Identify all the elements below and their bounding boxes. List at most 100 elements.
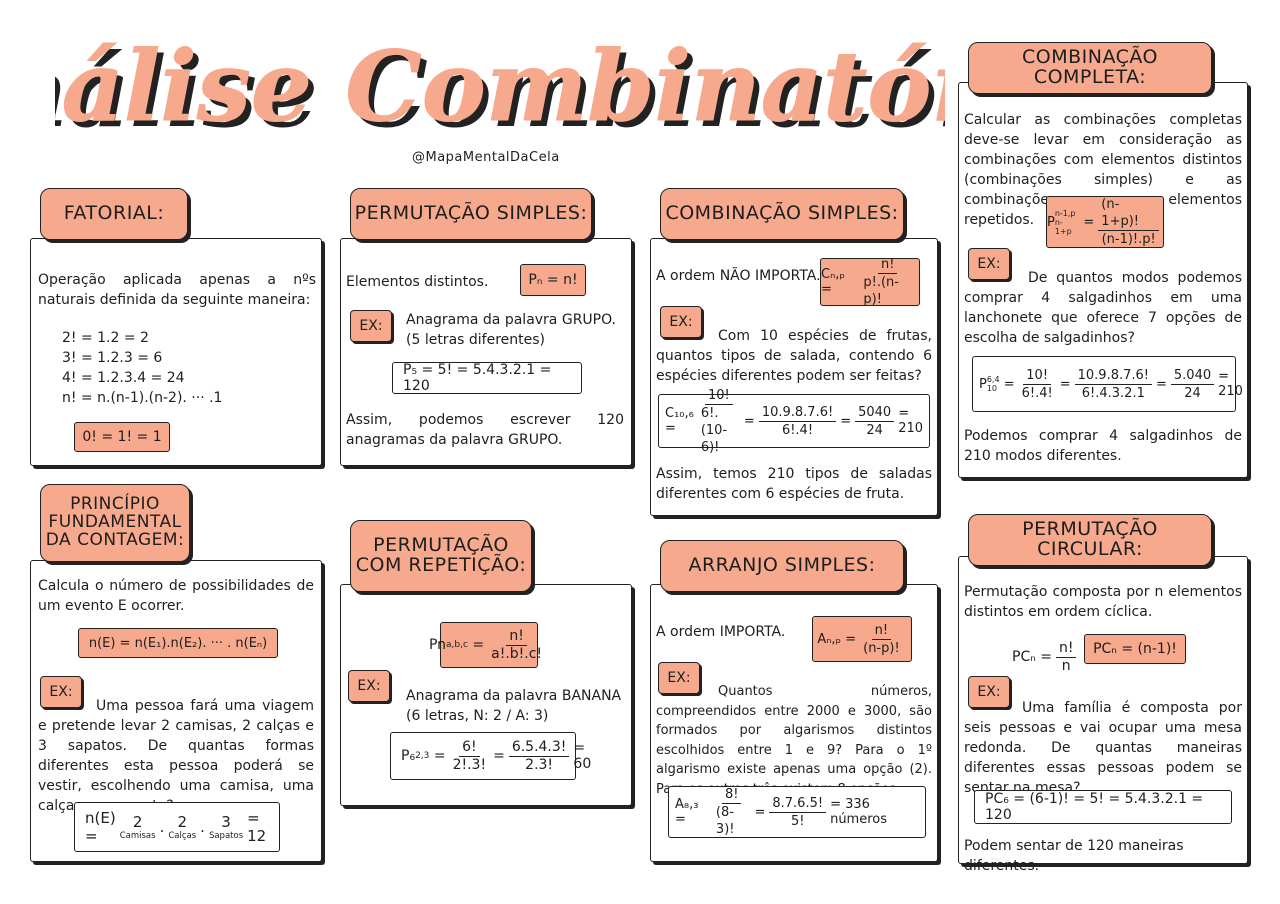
comb-completa-conclusion: Podemos comprar 4 salgadinhos de 210 mod… xyxy=(964,428,1242,464)
comb-simples-formula: Cₙ,ₚ = n! p!.(n-p)! xyxy=(820,256,920,308)
fraction-numerator: n! xyxy=(877,256,898,274)
fraction-numerator: n! xyxy=(506,628,527,646)
fatorial-line: 2! = 1.2 = 2 xyxy=(62,330,149,346)
comb-simples-conclusion: Assim, temos 210 tipos de saladas difere… xyxy=(656,466,932,502)
perm-simples-header-label: PERMUTAÇÃO SIMPLES: xyxy=(354,202,588,225)
perm-rep-calc-box: P₆ 2,3 = 6! 2!.3! = 6.5.4.3! 2.3! = 60 xyxy=(390,732,591,780)
perm-rep-calc-fraction-2: 6.5.4.3! 2.3! xyxy=(508,739,570,774)
fatorial-line: 3! = 1.2.3 = 6 xyxy=(62,350,163,366)
comb-completa-formula-lhs: P xyxy=(1047,214,1055,230)
comb-completa-calc-lhs: P xyxy=(979,376,987,392)
perm-circular-description: Permutação composta por n elementos dist… xyxy=(964,584,1242,620)
fraction-denominator: n xyxy=(1061,657,1071,674)
comb-completa-formula: P n-1,p n-1+p = (n-1+p)! (n-1)!.p! xyxy=(1046,196,1164,248)
arranjo-description: A ordem IMPORTA. xyxy=(656,624,786,640)
arranjo-calc-lhs: A₈,₃ = xyxy=(675,797,699,827)
fraction-denominator: 5! xyxy=(790,813,805,829)
fraction-denominator: 24 xyxy=(866,422,883,438)
arranjo-header-label: ARRANJO SIMPLES: xyxy=(688,554,876,577)
perm-rep-formula-fraction: n! a!.b!.c! xyxy=(488,628,545,663)
perm-rep-header-label: PERMUTAÇÃO COM REPETIÇÃO: xyxy=(355,534,527,576)
pfc-description: Calcula o número de possibilidades de um… xyxy=(38,578,314,614)
perm-circular-formula-2: PCₙ = (n-1)! xyxy=(1084,634,1186,664)
comb-simples-calc-fraction-3: 5040 24 xyxy=(855,404,895,439)
comb-completa-header-label: COMBINAÇÃO COMPLETA: xyxy=(1021,46,1158,88)
pfc-formula: n(E) = n(E₁).n(E₂). ··· . n(Eₙ) xyxy=(78,628,278,658)
pfc-answer-value: 2 xyxy=(132,813,143,831)
fraction-denominator: (n-1)!.p! xyxy=(1101,232,1156,247)
fraction-numerator: 10.9.8.7.6! xyxy=(1074,367,1152,385)
perm-simples-header: PERMUTAÇÃO SIMPLES: xyxy=(350,188,592,240)
fraction-numerator: n! xyxy=(871,622,892,640)
perm-circular-header-label: PERMUTAÇÃO CIRCULAR: xyxy=(1022,518,1158,560)
comb-simples-header: COMBINAÇÃO SIMPLES: xyxy=(660,188,904,240)
pfc-header: PRINCÍPIO FUNDAMENTAL DA CONTAGEM: xyxy=(40,484,190,562)
perm-rep-calc-lhs: P₆ xyxy=(401,748,416,764)
fraction-numerator: 8! xyxy=(721,786,742,804)
pfc-answer-camisas: 2 Camisas xyxy=(120,813,156,841)
formula-subscript: 10 xyxy=(986,384,998,393)
pfc-answer-label: Calças xyxy=(168,831,197,841)
comb-completa-calc-fraction-1: 10! 6!.4! xyxy=(1019,367,1056,402)
perm-simples-calc-box: P₅ = 5! = 5.4.3.2.1 = 120 xyxy=(392,362,582,394)
pfc-answer-result: = 12 xyxy=(247,809,267,845)
fraction-numerator: 5.040 xyxy=(1170,367,1215,385)
perm-rep-calc-fraction-1: 6! 2!.3! xyxy=(450,739,490,774)
comb-simples-calc-box: C₁₀,₆ = 10! 6!.(10-6)! = 10.9.8.7.6! 6!.… xyxy=(658,388,930,455)
comb-completa-formula-indices: n-1,p n-1+p xyxy=(1055,209,1079,236)
comb-completa-calc-box: P 6,4 10 = 10! 6!.4! = 10.9.8.7.6! 6!.4.… xyxy=(972,356,1243,412)
arranjo-calc-result: = 336 números xyxy=(830,797,888,827)
perm-circular-formula-1-fraction: n! n xyxy=(1055,640,1077,675)
fatorial-header: FATORIAL: xyxy=(40,188,188,240)
fraction-numerator: 10! xyxy=(1023,367,1052,385)
comb-simples-calc-result: = 210 xyxy=(898,406,924,436)
fraction-numerator: 8.7.6.5! xyxy=(769,795,827,813)
perm-rep-example-text: Anagrama da palavra BANANA (6 letras, N:… xyxy=(406,688,622,724)
fatorial-highlight: 0! = 1! = 1 xyxy=(74,422,170,452)
perm-circular-formula-1-lhs: PCₙ = xyxy=(1012,649,1052,665)
comb-simples-example-text: Com 10 espécies de frutas, quantos tipos… xyxy=(656,328,932,384)
comb-simples-header-label: COMBINAÇÃO SIMPLES: xyxy=(665,202,899,225)
perm-rep-formula-sup: a,b,c xyxy=(446,640,468,650)
perm-circular-header: PERMUTAÇÃO CIRCULAR: xyxy=(968,514,1212,566)
formula-superscript: 6,4 xyxy=(986,375,1000,384)
fatorial-line: n! = n.(n-1).(n-2). ··· .1 xyxy=(62,390,223,406)
pfc-answer-sapatos: 3 Sapatos xyxy=(209,813,243,841)
comb-completa-formula-fraction: (n-1+p)! (n-1)!.p! xyxy=(1098,196,1159,248)
comb-simples-calc-lhs: C₁₀,₆ = xyxy=(665,406,694,436)
pfc-answer-box: n(E) = 2 Camisas . 2 Calças . 3 Sapatos … xyxy=(74,802,280,852)
pfc-answer-calcas: 2 Calças xyxy=(168,813,196,841)
perm-rep-calc-sup: 2,3 xyxy=(415,751,430,761)
fraction-denominator: a!.b!.c! xyxy=(491,645,543,662)
fraction-numerator: (n-1+p)! xyxy=(1098,196,1159,231)
author-handle: @MapaMentalDaCela xyxy=(412,150,560,165)
arranjo-formula-lhs: Aₙ,ₚ = xyxy=(817,631,857,647)
arranjo-calc-fraction-2: 8.7.6.5! 5! xyxy=(769,795,827,830)
perm-rep-formula: Pn a,b,c = n! a!.b!.c! xyxy=(429,622,542,668)
formula-superscript: n-1,p xyxy=(1054,208,1076,218)
fraction-numerator: 10! xyxy=(704,387,733,405)
perm-rep-ex-badge: EX: xyxy=(348,670,390,702)
fraction-denominator: 2.3! xyxy=(525,756,554,773)
comb-simples-calc-fraction-2: 10.9.8.7.6! 6!.4! xyxy=(758,404,837,439)
fatorial-description: Operação aplicada apenas a nºs naturais … xyxy=(38,272,316,308)
perm-simples-description: Elementos distintos. xyxy=(346,274,489,290)
pfc-answer-label: Sapatos xyxy=(208,831,244,841)
main-title-text: Análise Combinatória xyxy=(55,30,945,143)
fraction-numerator: 5040 xyxy=(855,404,895,422)
pfc-example-text: Uma pessoa fará uma viagem e pretende le… xyxy=(38,698,314,814)
comb-completa-example-text: De quantos modos podemos comprar 4 salga… xyxy=(964,270,1242,346)
fraction-denominator: 6!.4.3.2.1 xyxy=(1081,385,1145,401)
fraction-denominator: 24 xyxy=(1184,385,1201,401)
comb-completa-calc-fraction-3: 5.040 24 xyxy=(1170,367,1215,402)
formula-subscript: n-1+p xyxy=(1054,217,1072,236)
fraction-denominator: 6!.4! xyxy=(1021,385,1053,401)
fraction-denominator: p!.(n-p)! xyxy=(863,275,899,307)
perm-circular-formula-1: PCₙ = n! n xyxy=(1012,634,1080,680)
arranjo-header: ARRANJO SIMPLES: xyxy=(660,540,904,592)
main-title: Análise Combinatória Análise Combinatóri… xyxy=(55,30,945,149)
comb-completa-calc-fraction-2: 10.9.8.7.6! 6!.4.3.2.1 xyxy=(1074,367,1152,402)
comb-simples-formula-fraction: n! p!.(n-p)! xyxy=(860,256,915,308)
comb-simples-calc-fraction-1: 10! 6!.(10-6)! xyxy=(698,387,740,456)
perm-circular-calc-box: PC₆ = (6-1)! = 5! = 5.4.3.2.1 = 120 xyxy=(974,790,1232,824)
